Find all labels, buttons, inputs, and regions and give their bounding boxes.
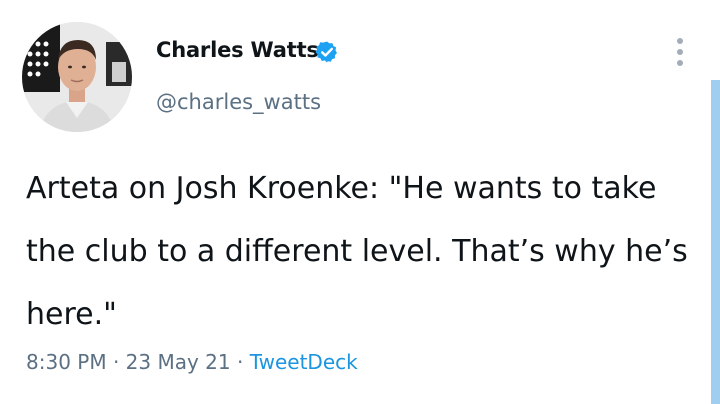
- more-dot: [677, 49, 683, 55]
- tweet-time[interactable]: 8:30 PM: [26, 350, 107, 374]
- meta-separator: ·: [237, 350, 244, 374]
- more-vertical-icon[interactable]: [672, 38, 688, 72]
- author-name[interactable]: Charles Watts: [156, 38, 319, 62]
- verified-badge-icon: [315, 41, 337, 63]
- meta-separator: ·: [112, 350, 120, 374]
- tweet-meta: 8:30 PM · 23 May 21 · TweetDeck: [26, 350, 358, 374]
- author-handle[interactable]: @charles_watts: [156, 90, 321, 114]
- tweet-date[interactable]: 23 May 21: [126, 350, 231, 374]
- tweet-text: Arteta on Josh Kroenke: "He wants to tak…: [26, 171, 688, 332]
- more-dot: [677, 60, 683, 66]
- more-dot: [677, 38, 683, 44]
- avatar[interactable]: [22, 22, 132, 132]
- profile-photo: [22, 22, 132, 132]
- scrollbar[interactable]: [711, 80, 720, 404]
- tweet-source-link[interactable]: TweetDeck: [250, 350, 358, 374]
